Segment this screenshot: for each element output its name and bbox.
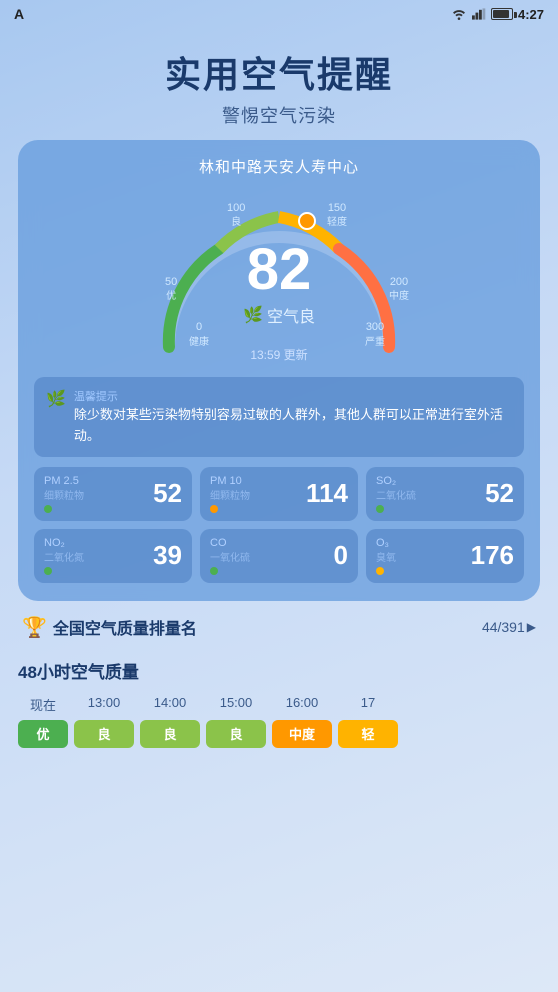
app-title: 实用空气提醒 <box>0 46 558 98</box>
co-name: CO <box>210 537 250 549</box>
app-indicator: A <box>14 6 24 22</box>
time-label-5: 17 <box>338 695 398 714</box>
time-label-1: 13:00 <box>74 695 134 714</box>
badge-4: 中度 <box>272 720 332 748</box>
status-bar: A 4:27 <box>0 0 558 28</box>
badge-2: 良 <box>140 720 200 748</box>
status-right: 4:27 <box>451 7 544 22</box>
scale-300: 300严重 <box>365 320 385 349</box>
gauge-time: 13:59 更新 <box>250 346 307 363</box>
no2-unit: 二氧化氮 <box>44 549 84 564</box>
gauge-center: 82 🌿 空气良 <box>243 241 315 327</box>
pm10-dot <box>210 505 218 513</box>
scale-50: 50优 <box>165 275 177 304</box>
co-unit: 一氧化硫 <box>210 549 250 564</box>
co-dot <box>210 567 218 575</box>
badge-3: 良 <box>206 720 266 748</box>
scale-150: 150轻度 <box>327 201 347 230</box>
quality-timeline: 现在 13:00 14:00 15:00 16:00 17 优 良 良 良 中度… <box>18 695 540 748</box>
no2-value: 39 <box>153 540 182 571</box>
pm25-value: 52 <box>153 478 182 509</box>
no2-dot <box>44 567 52 575</box>
trophy-icon: 🏆 <box>22 615 47 640</box>
ranking-value: 44/391 <box>482 619 525 635</box>
app-subtitle: 警惕空气污染 <box>0 102 558 128</box>
scale-100: 100良 <box>227 201 245 230</box>
station-name: 林和中路天安人寿中心 <box>34 156 524 177</box>
so2-name: SO₂ <box>376 475 416 487</box>
co-value: 0 <box>334 540 348 571</box>
so2-value: 52 <box>485 478 514 509</box>
badge-0: 优 <box>18 720 68 748</box>
aqi-value: 82 <box>243 241 315 299</box>
pm25-dot <box>44 505 52 513</box>
ranking-value-area: 44/391 ▶ <box>482 619 536 635</box>
pollutant-pm25: PM 2.5 细颗粒物 52 <box>34 467 192 521</box>
pm10-unit: 细颗粒物 <box>210 487 250 502</box>
so2-dot <box>376 505 384 513</box>
pm25-name: PM 2.5 <box>44 475 84 487</box>
scale-0: 0健康 <box>189 320 209 349</box>
battery-icon <box>491 8 513 20</box>
o3-unit: 臭氧 <box>376 549 396 564</box>
o3-value: 176 <box>471 540 514 571</box>
time-label-3: 15:00 <box>206 695 266 714</box>
time-label-0: 现在 <box>18 695 68 714</box>
ranking-row[interactable]: 🏆 全国空气质量排量名 44/391 ▶ <box>0 601 558 648</box>
tip-leaf-icon: 🌿 <box>46 389 66 409</box>
time-display: 4:27 <box>518 7 544 22</box>
tip-text: 除少数对某些污染物特别容易过敏的人群外，其他人群可以正常进行室外活动。 <box>74 405 512 447</box>
pollutant-so2: SO₂ 二氧化硫 52 <box>366 467 524 521</box>
scale-200: 200中度 <box>389 275 409 304</box>
badge-5: 轻 <box>338 720 398 748</box>
pollutant-no2: NO₂ 二氧化氮 39 <box>34 529 192 583</box>
leaf-icon: 🌿 <box>243 305 263 325</box>
quality-title: 48小时空气质量 <box>18 658 540 683</box>
wifi-icon <box>451 8 467 20</box>
main-card: 林和中路天安人寿中心 0健康 50优 100良 150轻度 200中度 300严… <box>18 140 540 601</box>
o3-name: O₃ <box>376 537 396 549</box>
pm25-unit: 细颗粒物 <box>44 487 84 502</box>
time-label-2: 14:00 <box>140 695 200 714</box>
pm10-name: PM 10 <box>210 475 250 487</box>
ranking-label-area: 🏆 全国空气质量排量名 <box>22 615 197 640</box>
aqi-label: 🌿 空气良 <box>243 303 315 327</box>
chevron-right-icon: ▶ <box>527 620 536 634</box>
pollutant-pm10: PM 10 细颗粒物 114 <box>200 467 358 521</box>
o3-dot <box>376 567 384 575</box>
pollutant-o3: O₃ 臭氧 176 <box>366 529 524 583</box>
ranking-label: 全国空气质量排量名 <box>53 615 197 639</box>
gauge-container: 0健康 50优 100良 150轻度 200中度 300严重 82 🌿 空气良 <box>139 187 419 367</box>
tip-box: 🌿 温馨提示 除少数对某些污染物特别容易过敏的人群外，其他人群可以正常进行室外活… <box>34 377 524 457</box>
pm10-value: 114 <box>306 478 348 509</box>
quality-section: 48小时空气质量 现在 13:00 14:00 15:00 16:00 17 优… <box>0 648 558 748</box>
pollutant-co: CO 一氧化硫 0 <box>200 529 358 583</box>
badge-1: 良 <box>74 720 134 748</box>
tip-label: 温馨提示 <box>74 391 118 403</box>
no2-name: NO₂ <box>44 537 84 549</box>
time-label-4: 16:00 <box>272 695 332 714</box>
header: 实用空气提醒 警惕空气污染 <box>0 28 558 140</box>
signal-icon <box>472 8 486 20</box>
timeline-labels: 现在 13:00 14:00 15:00 16:00 17 <box>18 695 540 714</box>
so2-unit: 二氧化硫 <box>376 487 416 502</box>
timeline-badges: 优 良 良 良 中度 轻 <box>18 720 540 748</box>
pollutant-grid: PM 2.5 细颗粒物 52 PM 10 细颗粒物 114 SO₂ 二氧化硫 5… <box>34 467 524 583</box>
